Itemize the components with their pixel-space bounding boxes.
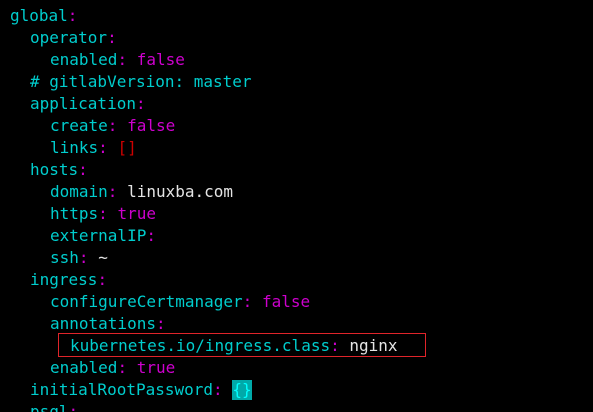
yaml-line-ingress-enabled: enabled: true [50,357,175,379]
yaml-colon: : [117,358,128,377]
yaml-line-domain: domain: linuxba.com [50,181,233,203]
yaml-key: hosts [30,160,79,179]
yaml-value: false [261,292,311,311]
yaml-key: initialRootPassword [30,380,214,399]
yaml-key: domain [50,182,108,201]
yaml-colon: : [107,116,118,135]
yaml-colon: : [213,380,223,399]
yaml-key: configureCertmanager [50,292,243,311]
yaml-line-ingress: ingress: [30,269,107,291]
yaml-key: global [10,6,68,25]
yaml-colon: : [78,160,88,179]
yaml-colon: : [68,402,79,412]
yaml-key: kubernetes.io/ingress.class [70,336,331,355]
yaml-line-global: global: [10,5,77,27]
yaml-key: create [50,116,108,135]
yaml-key: application [30,94,136,113]
yaml-colon: : [242,292,253,311]
yaml-line-configurecertmanager: configureCertmanager: false [50,291,310,313]
yaml-value: true [117,204,156,223]
yaml-colon: : [67,6,78,25]
yaml-colon: : [135,94,146,113]
yaml-value: ~ [98,248,108,267]
yaml-key: operator [30,28,108,47]
yaml-value: [] [117,138,137,157]
yaml-line-ingress-class: kubernetes.io/ingress.class: nginx [70,335,398,357]
yaml-colon: : [146,226,156,245]
yaml-colon: : [107,182,118,201]
yaml-line-links: links: [] [50,137,137,159]
yaml-value: false [136,50,185,69]
yaml-line-create: create: false [50,115,175,137]
yaml-key: externalIP [50,226,147,245]
yaml-line-externalip: externalIP: [50,225,156,247]
yaml-line-psql: psql: [30,401,78,412]
terminal-editor[interactable]: global: operator: enabled: false # gitla… [0,0,593,412]
yaml-colon: : [107,28,117,47]
yaml-line-initialrootpassword: initialRootPassword: {} [30,379,252,401]
yaml-key: annotations [50,314,156,333]
yaml-key: psql [30,402,69,412]
yaml-line-ssh: ssh: ~ [50,247,108,269]
yaml-comment: # gitlabVersion: master [30,72,252,91]
yaml-value: true [136,358,176,377]
yaml-key: ssh [50,248,79,267]
yaml-colon: : [78,248,89,267]
yaml-colon: : [117,50,128,69]
yaml-line-https: https: true [50,203,156,225]
yaml-colon: : [155,314,166,333]
text-cursor: {} [232,380,252,400]
yaml-line-operator-enabled: enabled: false [50,49,185,71]
yaml-key: enabled [50,358,118,377]
yaml-line-annotations: annotations: [50,313,166,335]
yaml-colon: : [330,336,340,355]
yaml-line-hosts: hosts: [30,159,88,181]
yaml-colon: : [98,204,108,223]
yaml-value: false [127,116,176,135]
yaml-key: enabled [50,50,118,69]
yaml-line-comment: # gitlabVersion: master [30,71,252,93]
yaml-colon: : [97,270,108,289]
yaml-value: linuxba.com [127,182,234,201]
yaml-key: ingress [30,270,98,289]
yaml-line-operator: operator: [30,27,117,49]
yaml-value: nginx [349,336,398,355]
yaml-colon: : [98,138,108,157]
yaml-key: https [50,204,99,223]
yaml-key: links [50,138,99,157]
yaml-line-application: application: [30,93,146,115]
